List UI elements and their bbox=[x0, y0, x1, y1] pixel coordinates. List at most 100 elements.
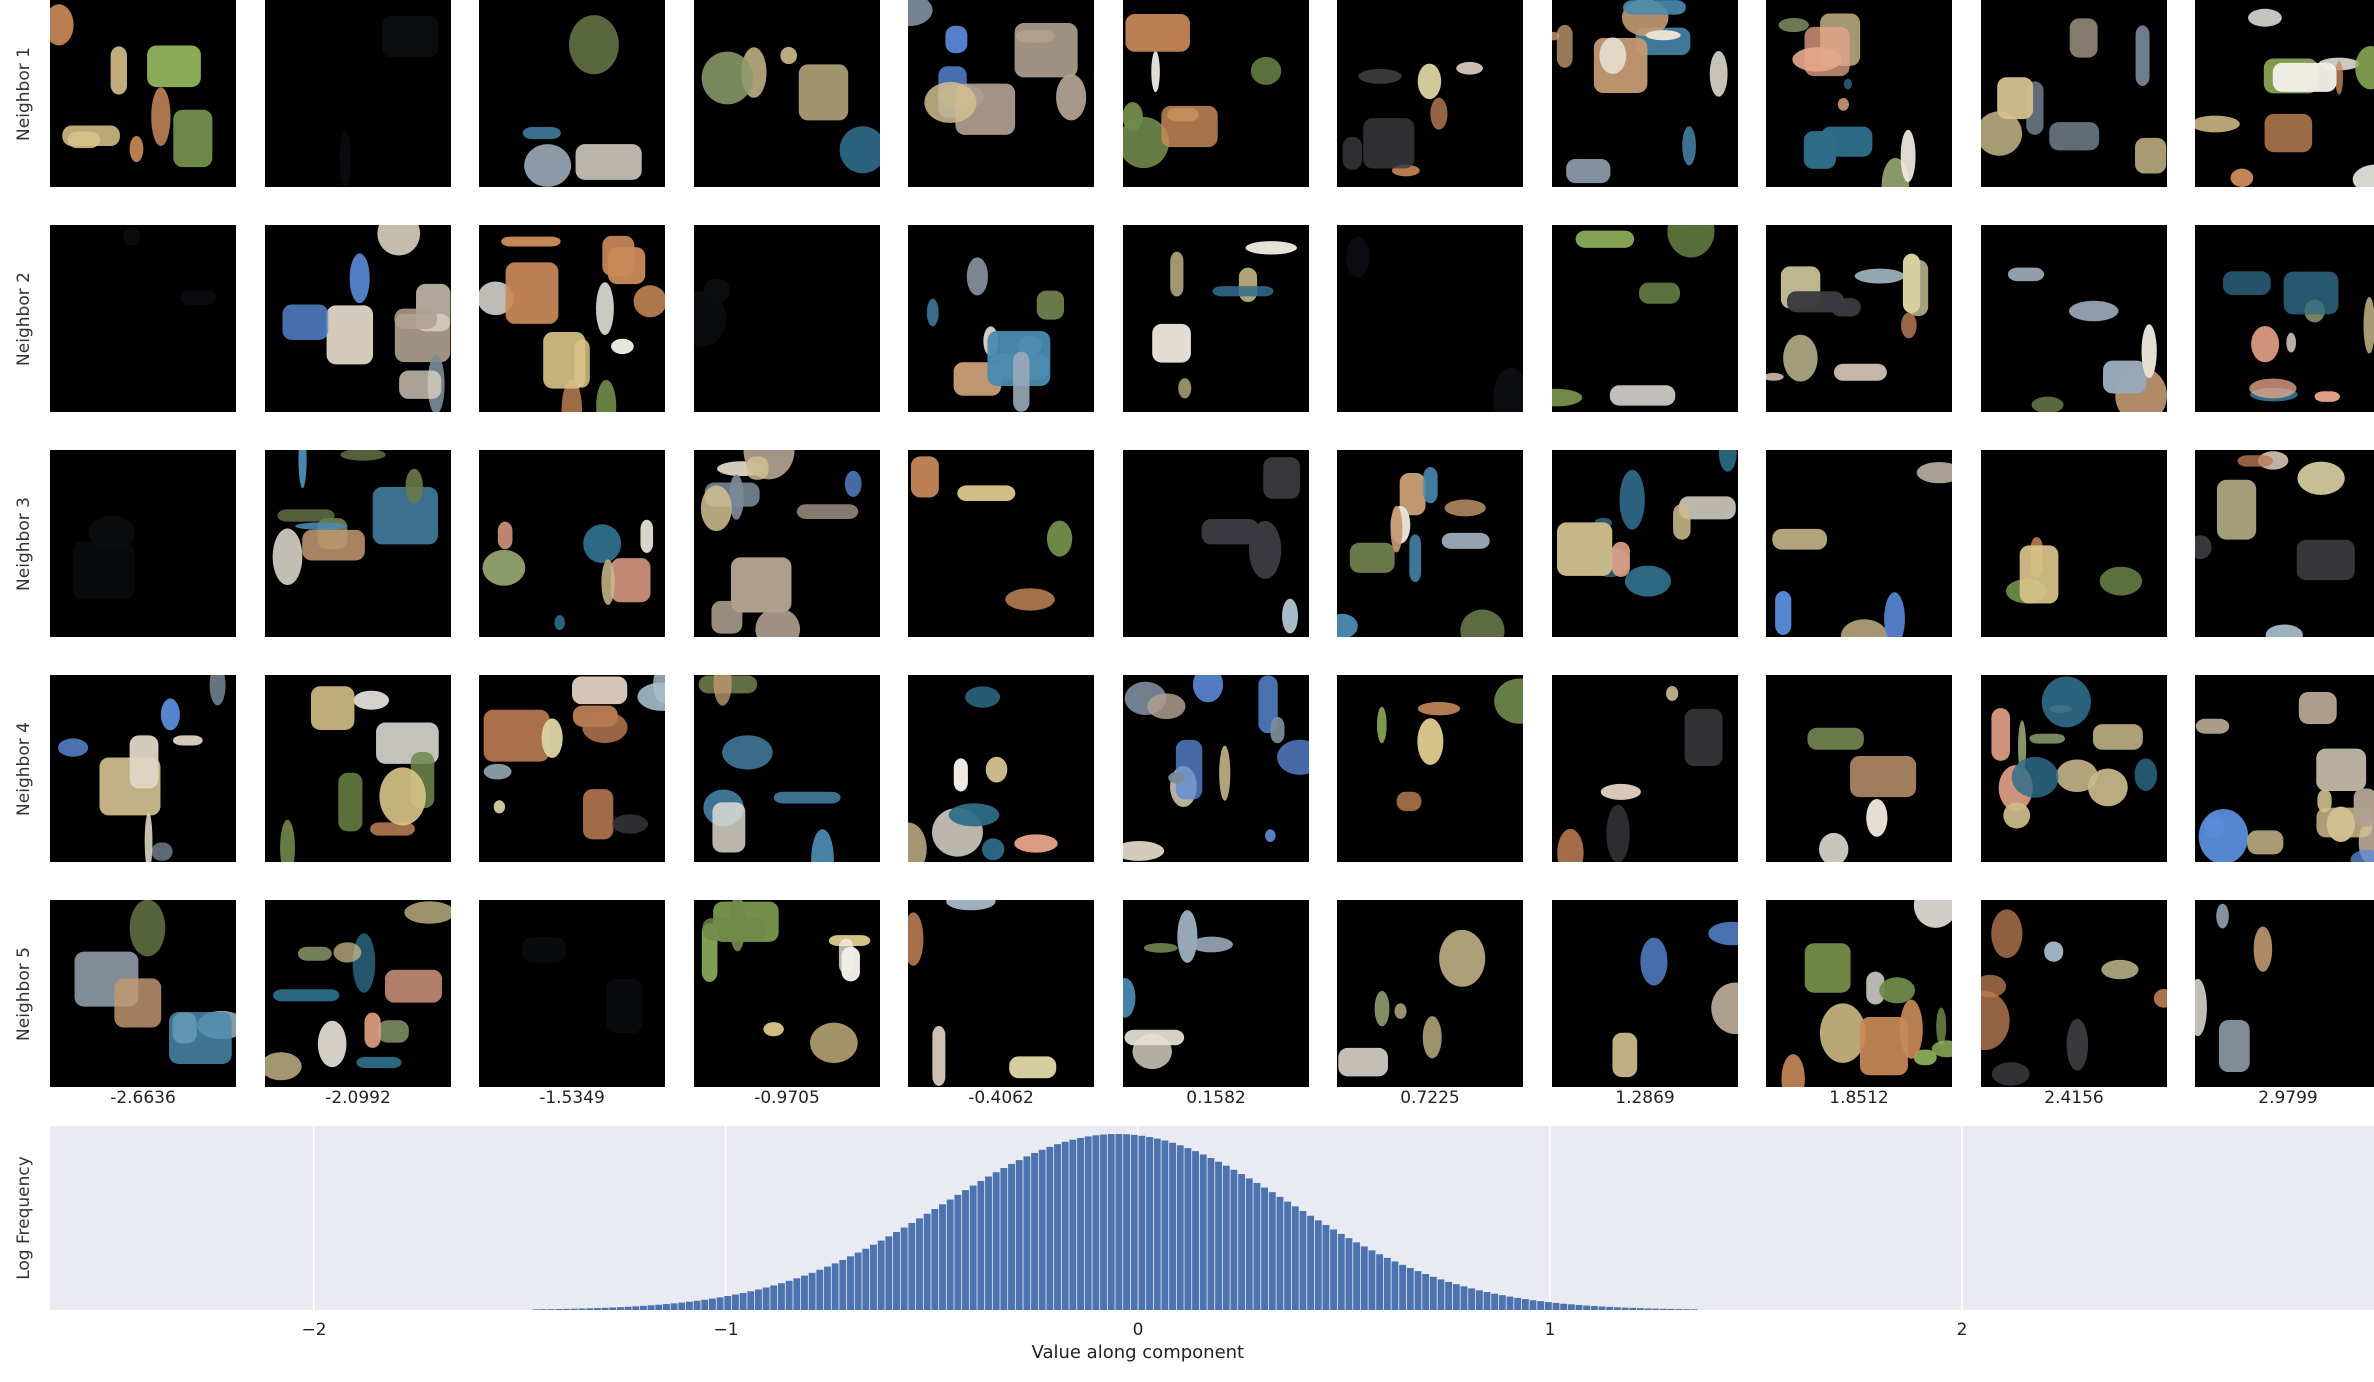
histogram-bar bbox=[1567, 1304, 1575, 1310]
neighbor-thumbnail bbox=[50, 675, 236, 862]
row-label-neighbor-4: Neighbor 4 bbox=[14, 721, 34, 816]
histogram-bar bbox=[1606, 1306, 1614, 1310]
histogram-bar bbox=[616, 1307, 624, 1310]
neighbor-thumbnail bbox=[1981, 675, 2167, 862]
figure: -2.6636 -2.0992 -1.5349 -0.9705 -0.4062 0.158… bbox=[0, 0, 2374, 1382]
histogram-bar bbox=[1667, 1308, 1675, 1310]
neighbor-thumbnail bbox=[1552, 0, 1738, 187]
column-value-label: 2.4156 bbox=[2044, 1088, 2104, 1108]
column-value-label: 0.7225 bbox=[1400, 1088, 1460, 1108]
histogram-bar bbox=[1192, 1151, 1200, 1310]
histogram-bar bbox=[900, 1227, 908, 1310]
histogram-bar bbox=[1299, 1211, 1307, 1310]
column-value-label: -2.6636 bbox=[110, 1088, 176, 1108]
histogram-bar bbox=[1590, 1306, 1598, 1310]
histogram-bar bbox=[540, 1309, 548, 1310]
neighbor-thumbnail bbox=[694, 900, 880, 1087]
histogram-bar bbox=[885, 1236, 893, 1310]
histogram-bar bbox=[1337, 1233, 1345, 1310]
histogram-bar bbox=[686, 1301, 693, 1310]
histogram-bar bbox=[854, 1252, 862, 1310]
column-value-label: 2.9799 bbox=[2258, 1088, 2318, 1108]
neighbor-thumbnail bbox=[1337, 675, 1523, 862]
histogram-bar bbox=[1207, 1157, 1215, 1310]
histogram-bar bbox=[1330, 1229, 1338, 1310]
neighbor-thumbnail bbox=[1123, 450, 1309, 637]
histogram-bar bbox=[1092, 1135, 1100, 1310]
neighbor-thumbnail bbox=[908, 450, 1094, 637]
histogram-bar bbox=[1429, 1276, 1437, 1310]
histogram-bar bbox=[1130, 1134, 1138, 1310]
neighbor-thumbnail bbox=[1766, 0, 1952, 187]
histogram-bar bbox=[1575, 1304, 1583, 1310]
neighbor-thumbnail bbox=[1981, 900, 2167, 1087]
histogram-bar bbox=[847, 1256, 854, 1310]
histogram-bar bbox=[1222, 1165, 1230, 1310]
neighbor-thumbnail bbox=[2195, 0, 2374, 187]
histogram-bar bbox=[1468, 1288, 1476, 1310]
histogram-bar bbox=[778, 1283, 785, 1310]
histogram-bar bbox=[870, 1244, 877, 1310]
histogram-bar bbox=[801, 1275, 808, 1310]
histogram-plot bbox=[312, 1126, 1963, 1310]
histogram-bar bbox=[985, 1176, 992, 1310]
histogram-bar bbox=[716, 1297, 724, 1310]
histogram-bar bbox=[1291, 1206, 1299, 1310]
histogram-bar bbox=[1552, 1302, 1560, 1310]
neighbor-thumbnail bbox=[2195, 225, 2374, 412]
histogram-bar bbox=[1184, 1148, 1192, 1310]
histogram-bar bbox=[1529, 1300, 1537, 1310]
histogram-bar bbox=[839, 1259, 847, 1310]
histogram-bar bbox=[1084, 1136, 1092, 1310]
y-axis-label: Log Frequency bbox=[14, 1156, 34, 1280]
histogram-bar bbox=[969, 1185, 977, 1310]
histogram-bar bbox=[647, 1305, 655, 1310]
histogram-bar bbox=[992, 1172, 1000, 1310]
neighbor-thumbnail bbox=[1552, 900, 1738, 1087]
neighbor-thumbnail bbox=[1123, 0, 1309, 187]
histogram-bar bbox=[1238, 1174, 1246, 1310]
histogram-bar bbox=[1690, 1309, 1698, 1310]
neighbor-thumbnail bbox=[1123, 675, 1309, 862]
histogram-bar bbox=[1038, 1149, 1046, 1310]
histogram-bar bbox=[939, 1204, 946, 1310]
histogram-bar bbox=[1629, 1307, 1637, 1310]
neighbor-thumbnail bbox=[265, 450, 451, 637]
histogram-bar bbox=[563, 1308, 571, 1310]
histogram-bar bbox=[808, 1272, 816, 1310]
histogram-bar bbox=[1391, 1261, 1399, 1310]
histogram-bar bbox=[624, 1306, 632, 1310]
neighbor-thumbnail bbox=[50, 225, 236, 412]
histogram-bar bbox=[1276, 1196, 1284, 1310]
neighbor-thumbnail bbox=[479, 225, 665, 412]
histogram-bar bbox=[1383, 1257, 1391, 1310]
neighbor-thumbnail bbox=[908, 0, 1094, 187]
neighbor-thumbnail bbox=[479, 450, 665, 637]
histogram-bar bbox=[1199, 1154, 1207, 1310]
histogram-bar bbox=[916, 1218, 923, 1310]
histogram-bar bbox=[1069, 1139, 1077, 1310]
histogram-bar bbox=[1452, 1284, 1460, 1310]
histogram-bar bbox=[670, 1303, 678, 1310]
histogram-bar bbox=[578, 1308, 586, 1310]
neighbor-thumbnail bbox=[1552, 225, 1738, 412]
histogram-bar bbox=[1215, 1161, 1223, 1310]
histogram-bar bbox=[1422, 1274, 1430, 1310]
neighbor-thumbnail bbox=[1981, 450, 2167, 637]
row-label-neighbor-3: Neighbor 3 bbox=[14, 496, 34, 591]
histogram-bar bbox=[570, 1308, 578, 1310]
histogram-bar bbox=[1376, 1254, 1384, 1310]
histogram-bar bbox=[1460, 1286, 1468, 1310]
histogram-bar bbox=[693, 1300, 701, 1310]
neighbor-thumbnail bbox=[694, 450, 880, 637]
neighbor-thumbnail bbox=[1981, 0, 2167, 187]
neighbor-thumbnail bbox=[1766, 675, 1952, 862]
histogram-bar bbox=[946, 1199, 954, 1310]
histogram-bar bbox=[655, 1304, 663, 1310]
histogram-bar bbox=[1475, 1290, 1483, 1310]
neighbor-thumbnail bbox=[265, 900, 451, 1087]
histogram-bar bbox=[1284, 1201, 1292, 1310]
neighbor-thumbnail bbox=[908, 225, 1094, 412]
histogram-bar bbox=[831, 1263, 839, 1310]
histogram-bar bbox=[1123, 1134, 1130, 1310]
